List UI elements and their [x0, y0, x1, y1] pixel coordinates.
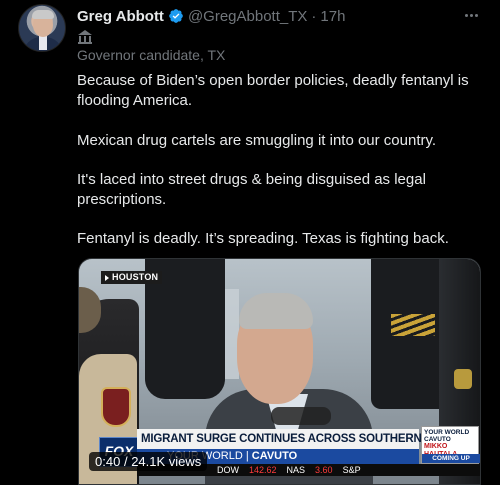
more-dot: [474, 13, 478, 17]
avatar-shirt: [39, 36, 47, 50]
tweet-text-paragraph: It's laced into street drugs & being dis…: [77, 171, 426, 208]
show-name: CAVUTO: [251, 450, 298, 462]
author-name[interactable]: Greg Abbott: [77, 8, 164, 25]
government-building-icon: [78, 30, 92, 44]
affiliation-label: Governor candidate, TX: [77, 47, 226, 63]
ticker-value: 142.62: [249, 465, 277, 475]
separator-dot: ·: [311, 7, 317, 25]
video-duration: 0:40: [95, 454, 121, 469]
tweet-text-paragraph: Fentanyl is deadly. It’s spreading. Texa…: [77, 230, 449, 247]
location-tag: HOUSTON: [101, 271, 163, 284]
coming-up-promo: YOUR WORLD CAVUTO MIKKO HAUTALA COMING U…: [421, 426, 480, 464]
tweet-header: Greg Abbott @GregAbbott_TX · 17h: [77, 6, 345, 26]
video-badge: [454, 369, 472, 389]
video-player[interactable]: HOUSTON FOX MIGRANT SURGE CONTINUES ACRO…: [78, 258, 481, 485]
tweet[interactable]: Greg Abbott @GregAbbott_TX · 17h Governo…: [0, 0, 500, 485]
tweet-text-paragraph: Mexican drug cartels are smuggling it in…: [77, 132, 437, 149]
more-options-icon[interactable]: [462, 6, 480, 24]
location-tag-text: HOUSTON: [112, 272, 159, 282]
tweet-text-paragraph: Because of Biden’s open border policies,…: [77, 72, 469, 109]
author-handle[interactable]: @GregAbbott_TX: [188, 8, 307, 25]
promo-footer: COMING UP: [422, 454, 480, 463]
verified-badge-icon: [169, 9, 183, 23]
ticker-symbol: DOW: [217, 465, 239, 475]
video-duration-views: 0:40 / 24.1K views: [89, 452, 208, 471]
author-avatar[interactable]: [18, 4, 66, 52]
video-trooper-patch: [101, 387, 131, 427]
video-microphone: [271, 407, 331, 425]
video-sleeve-stripes: [391, 314, 435, 336]
video-views: 24.1K views: [131, 454, 202, 469]
avatar-hair: [32, 10, 54, 19]
more-dot: [464, 13, 468, 17]
ticker-value: 3.60: [315, 465, 333, 475]
video-speaker-hair: [239, 293, 313, 329]
play-triangle-icon: [105, 274, 109, 281]
promo-title: YOUR WORLD CAVUTO: [424, 429, 470, 443]
ticker-symbol: S&P: [342, 465, 361, 475]
more-dot: [469, 13, 473, 17]
video-info-separator: /: [123, 454, 128, 469]
ticker-symbol: NAS: [286, 465, 306, 475]
tweet-timestamp[interactable]: 17h: [320, 8, 345, 25]
news-headline-banner: MIGRANT SURGE CONTINUES ACROSS SOUTHERN …: [137, 429, 473, 449]
